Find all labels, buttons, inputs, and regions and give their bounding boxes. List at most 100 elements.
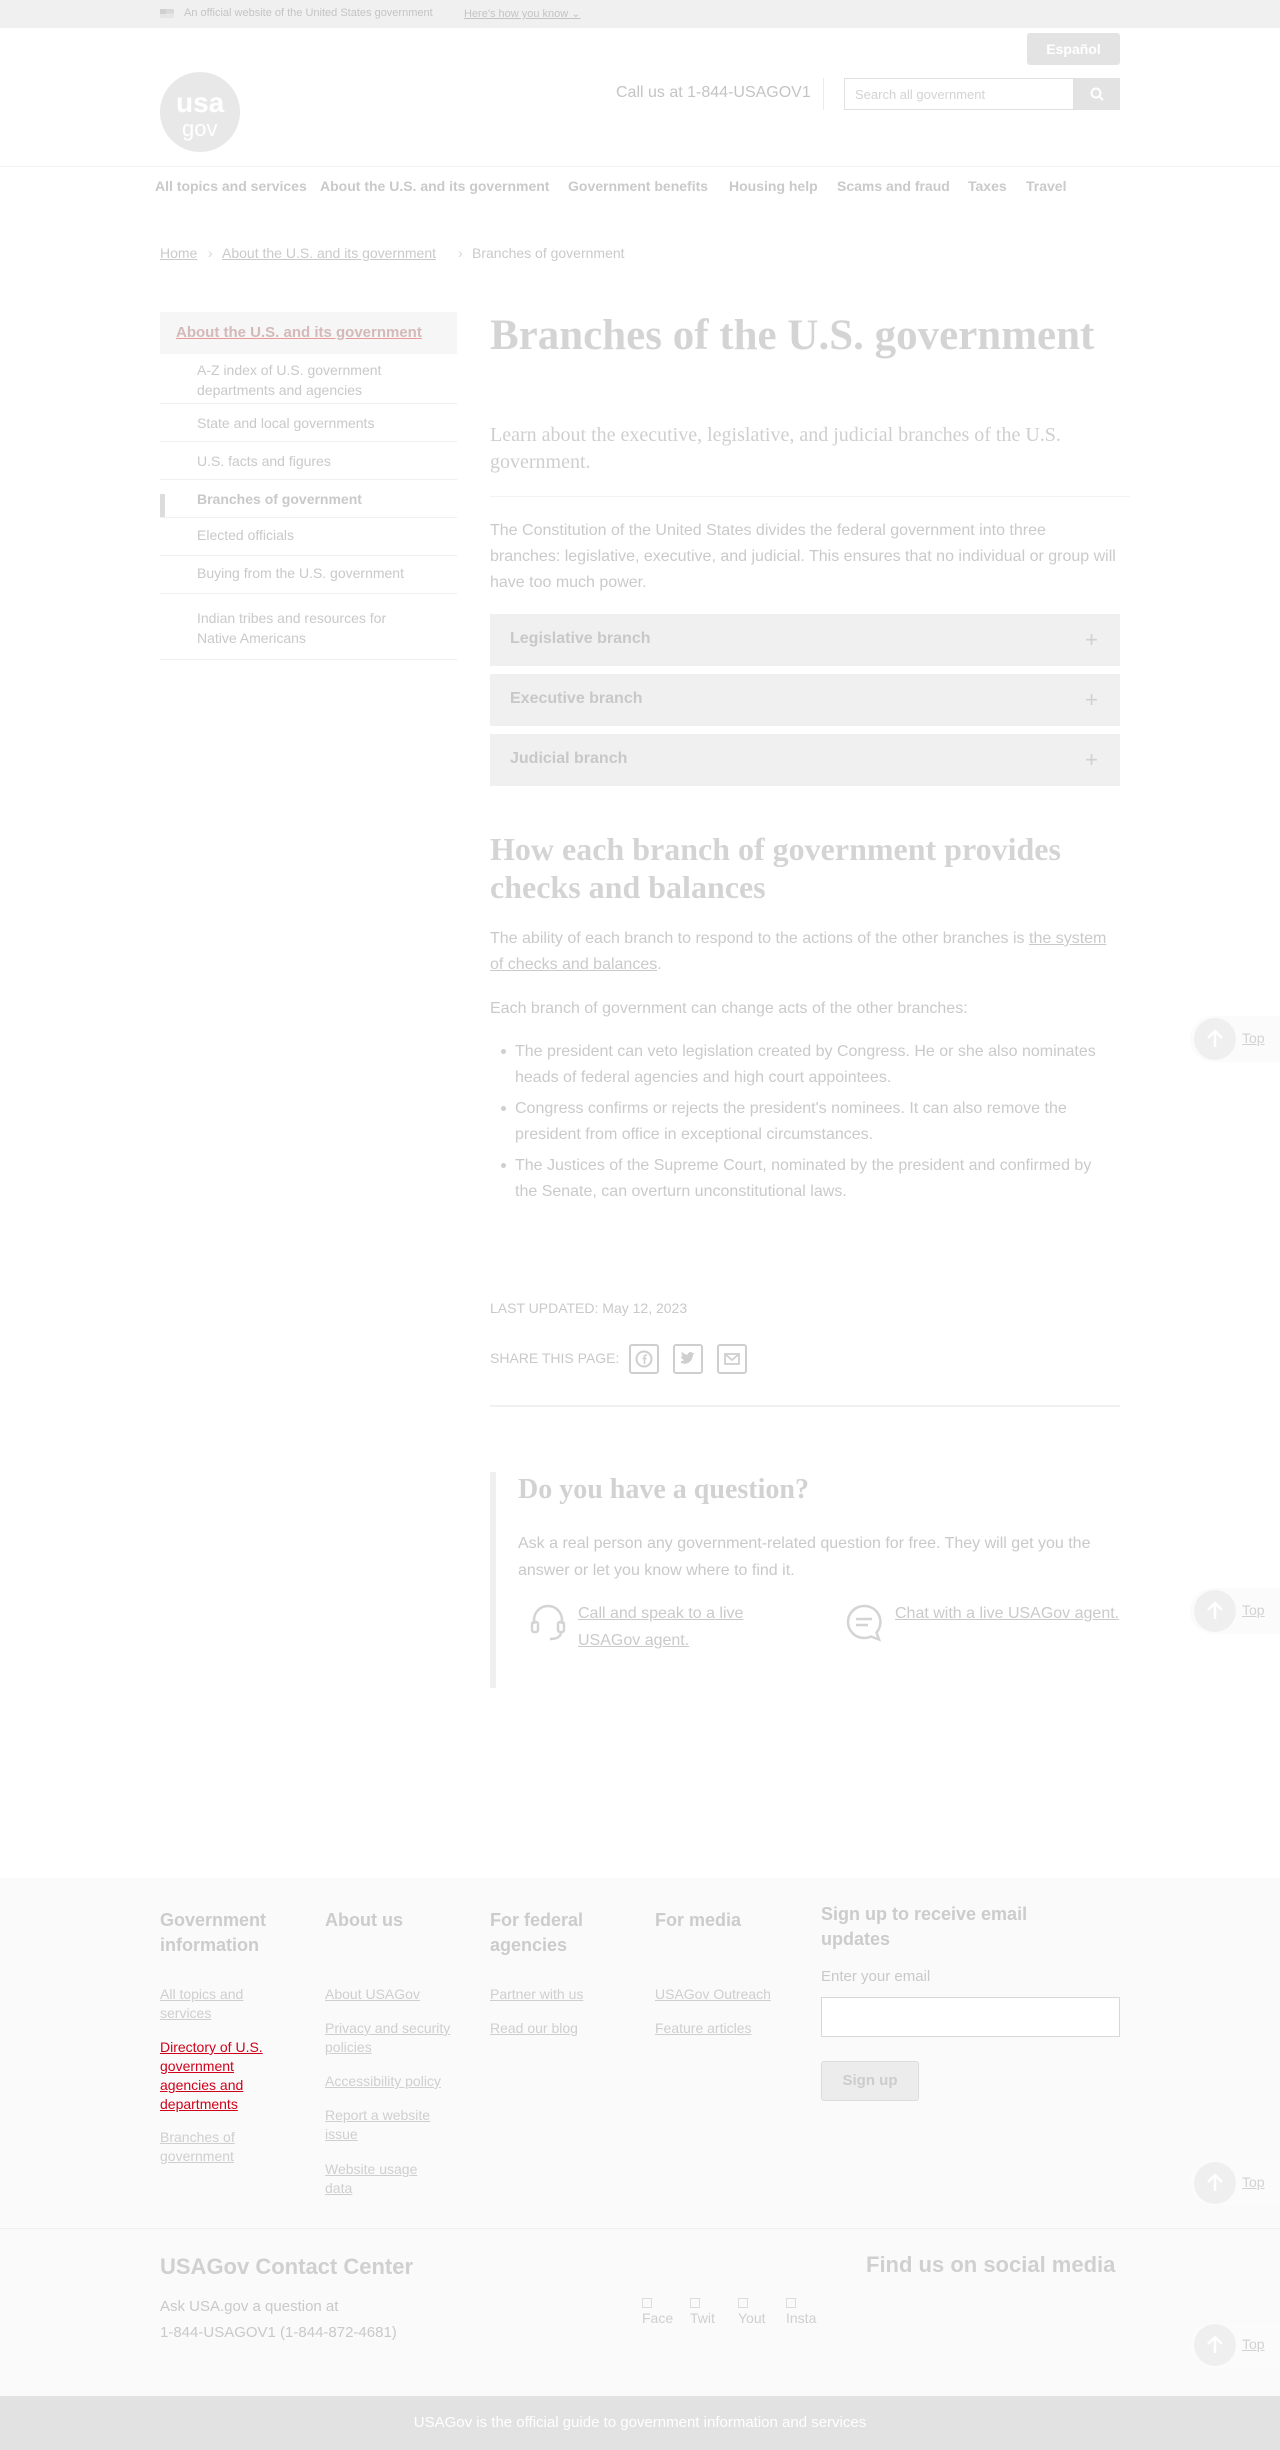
question-text: Ask a real person any government-related… (518, 1535, 1091, 1579)
facebook-link[interactable]: Face (642, 2298, 673, 2326)
youtube-icon (738, 2298, 748, 2308)
question-box-accent (490, 1472, 496, 1688)
sidebar-item-buying[interactable]: Buying from the U.S. government (160, 556, 457, 594)
sidebar-item-state-local[interactable]: State and local governments (160, 404, 457, 442)
facebook-icon (642, 2298, 652, 2308)
instagram-icon (786, 2298, 796, 2308)
footer-tagline: USAGov is the official guide to governme… (413, 2414, 867, 2431)
footer-link-accessibility[interactable]: Accessibility policy (325, 2072, 441, 2091)
share-twitter-button[interactable] (673, 1344, 703, 1374)
footer-heading-about-us: About us (325, 1910, 403, 1930)
signup-heading: Sign up to receive email updates (821, 1904, 1028, 1949)
back-to-top-button[interactable]: Top (1190, 2160, 1280, 2206)
nav-government-benefits[interactable]: Government benefits (568, 178, 708, 194)
question-title: Do you have a question? (518, 1474, 809, 1505)
footer-heading-federal-agencies: For federal agencies (490, 1910, 584, 1955)
search-input[interactable] (844, 78, 1074, 110)
sidebar-item-facts-figures[interactable]: U.S. facts and figures (160, 442, 457, 480)
social-media-title: Find us on social media (866, 2252, 1116, 2277)
search-button[interactable] (1074, 78, 1120, 110)
accordion-legislative[interactable]: Legislative branch + (490, 614, 1120, 666)
instagram-link[interactable]: Insta (786, 2298, 816, 2326)
email-field[interactable] (821, 1997, 1120, 2037)
usagov-logo[interactable]: usa gov (160, 72, 240, 152)
official-banner: An official website of the United States… (0, 0, 1280, 28)
footer-heading-media: For media (655, 1910, 742, 1930)
plus-icon: + (1085, 627, 1098, 652)
official-site-text: An official website of the United States… (184, 7, 433, 19)
twitter-link[interactable]: Twit (690, 2298, 715, 2326)
accordion-judicial[interactable]: Judicial branch + (490, 734, 1120, 786)
twitter-icon (681, 1351, 695, 1364)
footer-link-branches[interactable]: Branches of government (160, 2128, 280, 2166)
call-us-text: Call us at 1-844-USAGOV1 (616, 84, 811, 101)
nav-taxes[interactable]: Taxes (968, 178, 1007, 194)
nav-scams-fraud[interactable]: Scams and fraud (837, 178, 950, 194)
search-icon (1090, 87, 1104, 101)
email-icon (724, 1353, 740, 1365)
nav-all-topics[interactable]: All topics and services (155, 178, 307, 194)
email-label: Enter your email (821, 1968, 931, 1985)
footer-tagline-bar: USAGov is the official guide to governme… (0, 2396, 1280, 2450)
footer-link-feature-articles[interactable]: Feature articles (655, 2019, 751, 2038)
chat-agent-link[interactable]: Chat with a live USAGov agent. (895, 1600, 1119, 1627)
back-to-top-button[interactable]: Top (1190, 2322, 1280, 2368)
arrow-up-icon (1207, 1601, 1223, 1619)
breadcrumb-separator: › (458, 245, 463, 261)
breadcrumb-current: Branches of government (472, 245, 625, 261)
plus-icon: + (1085, 747, 1098, 772)
signup-button[interactable]: Sign up (821, 2061, 919, 2101)
headset-icon (530, 1604, 566, 1641)
page-title: Branches of the U.S. government (490, 312, 1095, 359)
page-lead: Learn about the executive, legislative, … (490, 424, 1061, 473)
back-to-top-button[interactable]: Top (1190, 1588, 1280, 1634)
chat-icon (846, 1604, 882, 1642)
last-updated: LAST UPDATED: May 12, 2023 (490, 1300, 688, 1316)
footer-link-partner[interactable]: Partner with us (490, 1985, 583, 2004)
footer-link-usage-data[interactable]: Website usage data (325, 2160, 445, 2198)
footer-link-directory[interactable]: Directory of U.S. government agencies an… (160, 2038, 290, 2114)
header-rule (0, 166, 1280, 167)
lead-divider (490, 496, 1130, 497)
arrow-up-icon (1207, 2335, 1223, 2353)
footer-link-privacy[interactable]: Privacy and security policies (325, 2019, 455, 2057)
nav-about-us-government[interactable]: About the U.S. and its government (320, 178, 549, 194)
checks-paragraph: The ability of each branch to respond to… (490, 930, 1107, 973)
list-item: The Justices of the Supreme Court, nomin… (501, 1153, 1115, 1205)
sidebar-item-branches[interactable]: Branches of government (160, 480, 457, 518)
breadcrumb-about[interactable]: About the U.S. and its government (222, 245, 436, 261)
heres-how-you-know-link[interactable]: Here's how you know ⌄ (464, 7, 580, 20)
sidebar-item-indian-tribes[interactable]: Indian tribes and resources for Native A… (160, 594, 457, 660)
share-divider (490, 1405, 1120, 1407)
us-flag-icon (160, 9, 174, 18)
breadcrumb-home[interactable]: Home (160, 245, 197, 261)
share-email-button[interactable] (717, 1344, 747, 1374)
footer-link-report-issue[interactable]: Report a website issue (325, 2106, 455, 2144)
breadcrumb-separator: › (208, 245, 213, 261)
header-divider (823, 78, 824, 110)
list-item: The president can veto legislation creat… (501, 1039, 1115, 1091)
checks-heading: How each branch of government provides c… (490, 831, 1061, 905)
intro-paragraph: The Constitution of the United States di… (490, 522, 1116, 591)
youtube-link[interactable]: Yout (738, 2298, 766, 2326)
footer-link-all-topics[interactable]: All topics and services (160, 1985, 280, 2023)
footer-heading-gov-info: Government information (160, 1910, 267, 1955)
share-label: SHARE THIS PAGE: (490, 1350, 620, 1366)
sidebar-item-az-index[interactable]: A-Z index of U.S. government departments… (160, 354, 457, 404)
call-agent-link[interactable]: Call and speak to a live USAGov agent. (578, 1600, 778, 1654)
footer-link-outreach[interactable]: USAGov Outreach (655, 1985, 771, 2004)
share-facebook-button[interactable] (629, 1344, 659, 1374)
back-to-top-button[interactable]: Top (1190, 1016, 1280, 1062)
arrow-up-icon (1207, 2173, 1223, 2191)
contact-center-title: USAGov Contact Center (160, 2254, 414, 2279)
sidebar-heading[interactable]: About the U.S. and its government (160, 312, 457, 354)
espanol-button[interactable]: Español (1027, 33, 1120, 65)
nav-travel[interactable]: Travel (1026, 178, 1066, 194)
accordion-executive[interactable]: Executive branch + (490, 674, 1120, 726)
footer-link-blog[interactable]: Read our blog (490, 2019, 578, 2038)
footer-link-about-usagov[interactable]: About USAGov (325, 1985, 420, 2004)
sidebar-item-elected-officials[interactable]: Elected officials (160, 518, 457, 556)
arrow-up-icon (1207, 1029, 1223, 1047)
checks-intro: Each branch of government can change act… (490, 1000, 968, 1017)
nav-housing-help[interactable]: Housing help (729, 178, 818, 194)
